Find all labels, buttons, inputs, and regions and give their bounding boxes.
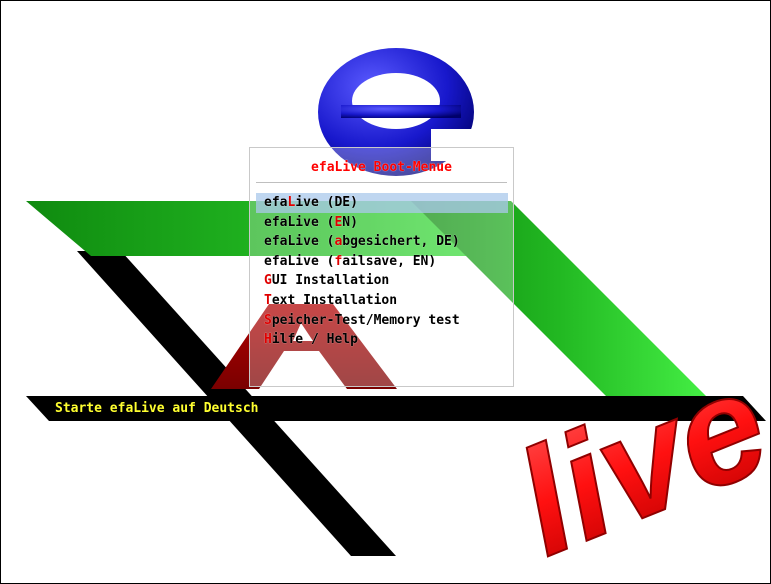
hotkey-letter: S	[264, 312, 272, 328]
menu-item-text: efaLive (	[264, 253, 335, 269]
menu-separator	[256, 182, 507, 183]
menu-item-text: N)	[342, 214, 358, 230]
menu-item-efalive-de[interactable]: efaLive (DE)	[256, 193, 508, 213]
hotkey-letter: H	[264, 332, 272, 348]
menu-item-text: ext Installation	[271, 292, 398, 308]
menu-item-text: UI Installation	[271, 273, 390, 289]
menu-item-efalive-safe-de[interactable]: efaLive (abgesichert, DE)	[256, 232, 508, 252]
boot-menu-list: efaLive (DE) efaLive (EN) efaLive (abges…	[256, 193, 508, 350]
menu-item-text: bgesichert, DE)	[342, 234, 460, 250]
boot-screen: live efaLive Boot-Menue efaLive (DE) efa…	[0, 0, 771, 584]
menu-item-text: efaLive (	[264, 234, 335, 250]
menu-title: efaLive Boot-Menue	[311, 160, 452, 175]
boot-menu-panel: efaLive Boot-Menue efaLive (DE) efaLive …	[249, 147, 514, 387]
menu-item-text: efa	[264, 195, 288, 210]
status-help-text: Starte efaLive auf Deutsch	[55, 401, 259, 416]
menu-item-text-installation[interactable]: Text Installation	[256, 291, 508, 311]
menu-item-text: peicher-Test/Memory test	[271, 312, 460, 328]
hotkey-letter: T	[264, 292, 272, 308]
menu-item-text: ive (DE)	[295, 195, 358, 210]
menu-item-efalive-failsave-en[interactable]: efaLive (failsave, EN)	[256, 252, 508, 272]
menu-item-text: ailsave, EN)	[342, 253, 437, 269]
menu-item-gui-installation[interactable]: GUI Installation	[256, 271, 508, 291]
menu-item-help[interactable]: Hilfe / Help	[256, 330, 508, 350]
menu-item-memory-test[interactable]: Speicher-Test/Memory test	[256, 311, 508, 331]
menu-item-text: efaLive (	[264, 214, 335, 230]
menu-item-text: ilfe / Help	[271, 332, 358, 348]
hotkey-letter: G	[264, 273, 272, 289]
menu-item-efalive-en[interactable]: efaLive (EN)	[256, 213, 508, 233]
